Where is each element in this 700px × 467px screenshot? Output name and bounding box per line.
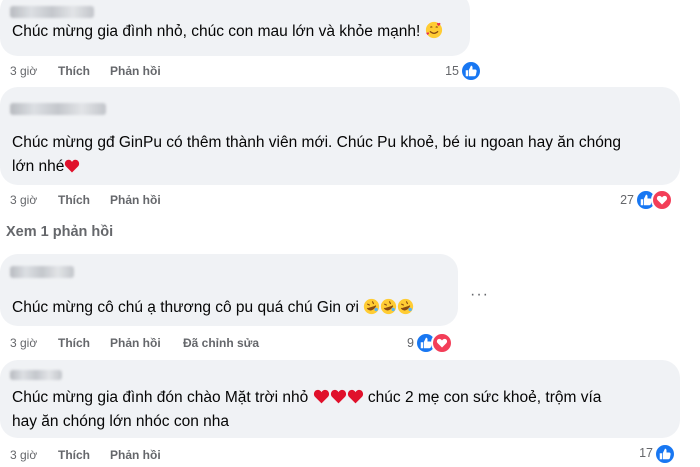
rolling-laughing-icon — [381, 298, 397, 315]
more-options-button[interactable]: ··· — [470, 286, 489, 304]
timestamp[interactable]: 3 giờ — [10, 336, 37, 350]
like-button[interactable]: Thích — [58, 448, 90, 462]
timestamp[interactable]: 3 giờ — [10, 193, 37, 207]
comment-text-line: Chúc mừng gia đình đón chào Mặt trời nhỏ… — [12, 389, 602, 406]
blurred-author-name — [10, 266, 74, 278]
timestamp[interactable]: 3 giờ — [10, 448, 37, 462]
reaction-count[interactable]: 17 — [633, 446, 653, 460]
blurred-author-name — [10, 6, 94, 18]
smiling-face-with-hearts-icon — [425, 21, 442, 39]
reply-button[interactable]: Phản hồi — [110, 336, 161, 350]
comment-text-line: lớn nhé — [12, 155, 80, 179]
reply-button[interactable]: Phản hồi — [110, 193, 161, 207]
reaction-count[interactable]: 9 — [398, 336, 414, 350]
red-heart-icon — [65, 159, 80, 173]
rolling-laughing-icon — [364, 298, 380, 315]
reply-button[interactable]: Phản hồi — [110, 448, 161, 462]
view-replies-link[interactable]: Xem 1 phản hồi — [6, 224, 113, 240]
comment-bubble: Chúc mừng gđ GinPu có thêm thành viên mớ… — [0, 87, 680, 185]
like-button[interactable]: Thích — [58, 336, 90, 350]
rolling-laughing-icon — [398, 298, 414, 315]
like-reaction-icon[interactable] — [460, 60, 482, 82]
edited-label: Đã chỉnh sửa — [183, 336, 260, 350]
blurred-author-name — [10, 370, 62, 380]
heart-reaction-icon[interactable] — [431, 332, 453, 354]
red-heart-icon — [330, 389, 346, 404]
timestamp[interactable]: 3 giờ — [10, 64, 37, 78]
like-button[interactable]: Thích — [58, 193, 90, 207]
reply-button[interactable]: Phản hồi — [110, 64, 161, 78]
red-heart-icon — [347, 389, 363, 404]
comment-text: Chúc mừng gia đình nhỏ, chúc con mau lớn… — [12, 20, 443, 44]
red-heart-icon — [313, 389, 329, 404]
like-reaction-icon[interactable] — [654, 443, 676, 465]
like-button[interactable]: Thích — [58, 64, 90, 78]
reaction-count[interactable]: 15 — [438, 64, 459, 78]
comment-text: Chúc mừng cô chú ạ thương cô pu quá chú … — [12, 296, 414, 320]
comment-text-line: hay ăn chóng lớn nhóc con nha — [12, 413, 229, 430]
heart-reaction-icon[interactable] — [651, 189, 673, 211]
reaction-count[interactable]: 27 — [612, 193, 634, 207]
comment-bubble: Chúc mừng gia đình đón chào Mặt trời nhỏ… — [0, 360, 680, 438]
comment-text-line: Chúc mừng gđ GinPu có thêm thành viên mớ… — [12, 134, 622, 151]
comment-bubble: Chúc mừng gia đình nhỏ, chúc con mau lớn… — [0, 0, 470, 56]
comment-bubble: Chúc mừng cô chú ạ thương cô pu quá chú … — [0, 254, 458, 326]
blurred-author-name — [10, 103, 106, 115]
